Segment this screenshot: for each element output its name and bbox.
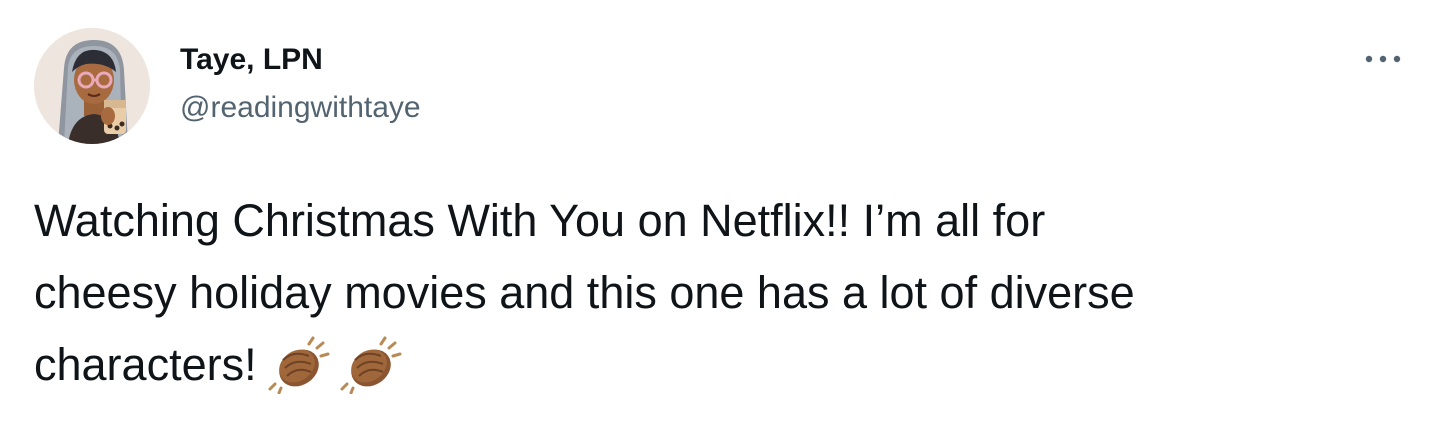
author-display-name[interactable]: Taye, LPN: [180, 42, 323, 78]
more-horizontal-icon: [1365, 55, 1401, 63]
clapping-hands-icon: [265, 336, 333, 415]
more-options-button[interactable]: [1360, 44, 1406, 74]
tweet-text: Watching Christmas With You on Netflix!!…: [34, 185, 1414, 415]
tweet-body-text: Watching Christmas With You on Netflix!!…: [34, 195, 1135, 390]
clapping-hands-icon: [337, 336, 405, 415]
author-handle[interactable]: @readingwithtaye: [180, 90, 421, 126]
bitmoji-avatar-icon: [34, 28, 150, 144]
tweet-card: Taye, LPN @readingwithtaye Watching Chri…: [0, 0, 1440, 428]
avatar[interactable]: [34, 28, 150, 144]
